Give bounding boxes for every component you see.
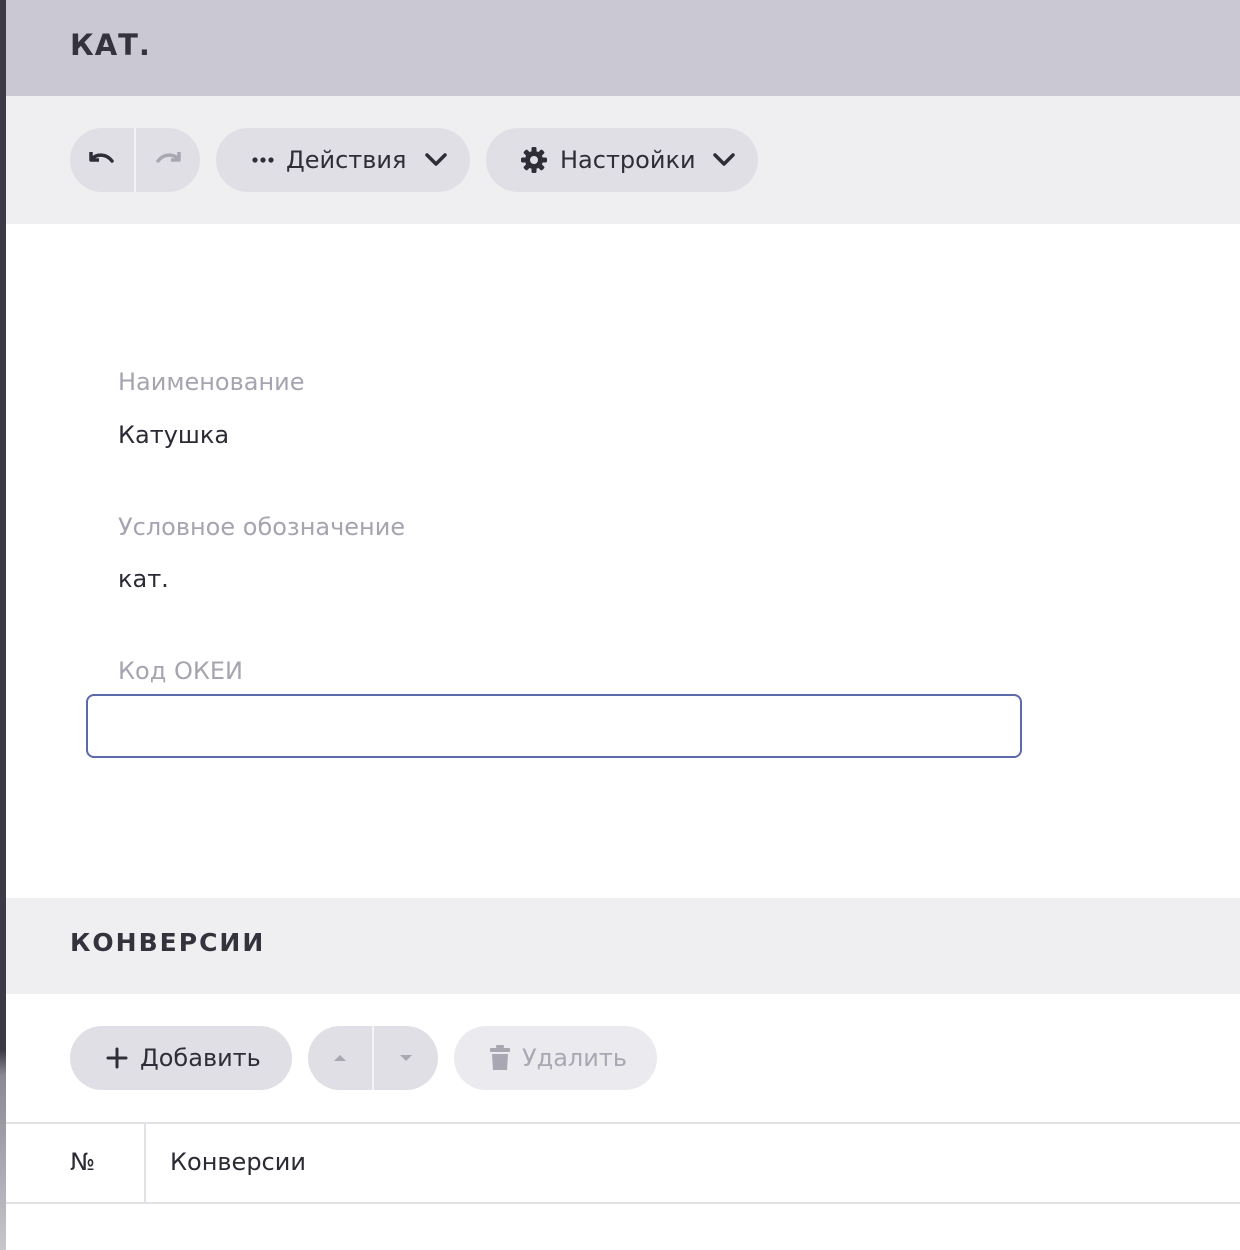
section-title: КОНВЕРСИИ (70, 928, 266, 957)
add-button[interactable]: Добавить (70, 1026, 292, 1090)
table-header-row: № Конверсии (6, 1122, 1240, 1204)
settings-label: Настройки (560, 146, 696, 174)
caret-down-icon (400, 1055, 412, 1061)
delete-label: Удалить (522, 1044, 627, 1072)
okei-code-input[interactable] (86, 694, 1022, 758)
conversions-toolbar: Добавить Удалить (6, 994, 1240, 1122)
redo-icon (156, 152, 181, 163)
chevron-down-icon (424, 152, 448, 168)
settings-dropdown-button[interactable]: Настройки (486, 128, 758, 192)
column-header-conversions[interactable]: Конверсии (170, 1148, 306, 1176)
conversions-table: № Конверсии (6, 1122, 1240, 1250)
undo-button[interactable] (70, 128, 134, 192)
name-value[interactable]: Катушка (118, 421, 229, 449)
column-divider (144, 1124, 146, 1204)
more-dots-icon (252, 157, 274, 163)
actions-dropdown-button[interactable]: Действия (216, 128, 470, 192)
name-label: Наименование (118, 368, 305, 396)
caret-up-icon (334, 1055, 346, 1061)
okei-label: Код ОКЕИ (118, 657, 243, 685)
conversions-section-header: КОНВЕРСИИ (6, 898, 1240, 994)
symbol-value[interactable]: кат. (118, 565, 169, 593)
move-up-button[interactable] (308, 1026, 372, 1090)
redo-button[interactable] (136, 128, 200, 192)
move-buttons-group (308, 1026, 438, 1090)
gear-icon (521, 147, 547, 173)
move-down-button[interactable] (374, 1026, 438, 1090)
page-header: КАТ. (6, 0, 1240, 96)
delete-button[interactable]: Удалить (454, 1026, 657, 1090)
toolbar: Действия Настройки (6, 96, 1240, 224)
plus-icon (106, 1047, 128, 1069)
actions-label: Действия (286, 146, 407, 174)
page-title: КАТ. (70, 28, 151, 62)
trash-icon (490, 1045, 510, 1070)
chevron-down-icon (712, 152, 736, 168)
page: КАТ. Действия Настройки Наименование Кат… (0, 0, 1240, 1250)
undo-redo-group (70, 128, 200, 192)
symbol-label: Условное обозначение (118, 513, 406, 541)
undo-icon (89, 152, 114, 163)
add-label: Добавить (140, 1044, 261, 1072)
column-header-number[interactable]: № (70, 1148, 95, 1176)
